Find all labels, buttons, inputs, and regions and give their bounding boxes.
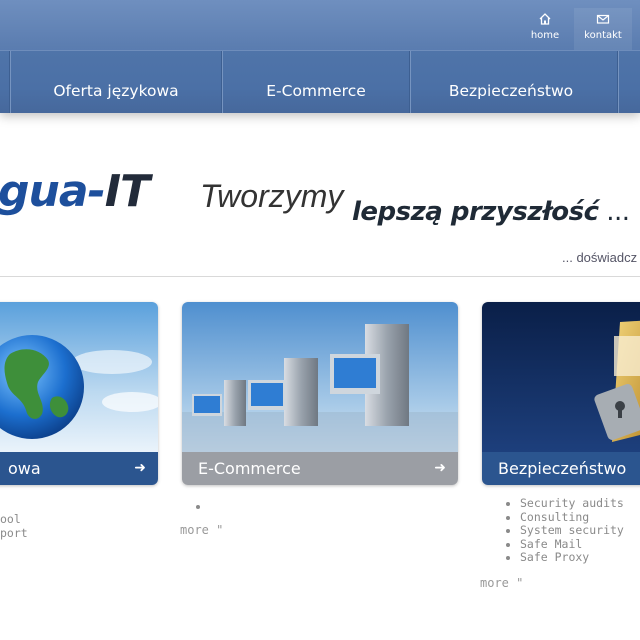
contact-link-label: kontakt	[584, 30, 622, 41]
top-links: home kontakt	[516, 8, 632, 54]
list-item[interactable]: System security	[520, 523, 624, 538]
list-item[interactable]: Safe Proxy	[520, 550, 624, 565]
card-bar[interactable]: owa ➜	[0, 452, 158, 485]
card-title: owa	[8, 459, 41, 478]
slogan-lepsza-text: lepszą przyszłość	[352, 197, 599, 227]
globe-image	[0, 302, 158, 452]
card-1-list: ool port	[0, 512, 28, 540]
nav-item-partial[interactable]	[618, 51, 640, 113]
nav-item-oferta-jezykowa[interactable]: Oferta językowa	[10, 51, 221, 113]
list-item[interactable]: Safe Mail	[520, 537, 624, 552]
card-e-commerce[interactable]: E-Commerce ➜	[182, 302, 458, 485]
card-title: Bezpieczeństwo	[498, 459, 627, 478]
slogan-dots: ...	[598, 197, 630, 227]
home-link[interactable]: home	[516, 8, 574, 54]
slogan-lepsza: lepszą przyszłość ...	[352, 197, 630, 227]
arrow-right-icon: ➜	[134, 460, 146, 476]
card-3-list: Security audits Consulting System securi…	[498, 496, 624, 565]
card-oferta-jezykowa[interactable]: owa ➜	[0, 302, 158, 485]
mail-icon	[596, 14, 610, 24]
computers-image	[182, 302, 458, 452]
site-header: home kontakt Oferta językowa E-Commerce …	[0, 0, 640, 113]
card-title: E-Commerce	[198, 459, 301, 478]
contact-link[interactable]: kontakt	[574, 8, 632, 54]
list-item: port	[0, 526, 28, 540]
slogan-tworzymy: Tworzymy	[200, 178, 344, 214]
nav-item-e-commerce[interactable]: E-Commerce	[222, 51, 409, 113]
home-link-label: home	[530, 30, 560, 41]
slogan-subtitle: ... doświadcz	[562, 250, 638, 265]
divider	[0, 276, 640, 277]
card-2-list	[188, 500, 210, 514]
folder-lock-image	[482, 302, 640, 452]
more-link[interactable]: more "	[480, 576, 523, 590]
logo-text-dark: IT	[104, 166, 150, 217]
logo-text-blue: gua-	[0, 166, 106, 217]
card-bar[interactable]: Bezpieczeństwo	[482, 452, 640, 485]
nav-item-bezpieczenstwo[interactable]: Bezpieczeństwo	[410, 51, 611, 113]
site-logo: gua-IT	[0, 166, 150, 217]
home-icon	[539, 13, 551, 25]
list-item: ool	[0, 512, 21, 526]
arrow-right-icon: ➜	[434, 460, 446, 476]
card-bar[interactable]: E-Commerce ➜	[182, 452, 458, 485]
list-item[interactable]: Consulting	[520, 510, 624, 525]
main-nav: Oferta językowa E-Commerce Bezpieczeństw…	[0, 50, 640, 113]
list-item[interactable]: Security audits	[520, 496, 624, 511]
card-bezpieczenstwo[interactable]: Bezpieczeństwo	[482, 302, 640, 485]
more-link[interactable]: more "	[180, 523, 223, 537]
